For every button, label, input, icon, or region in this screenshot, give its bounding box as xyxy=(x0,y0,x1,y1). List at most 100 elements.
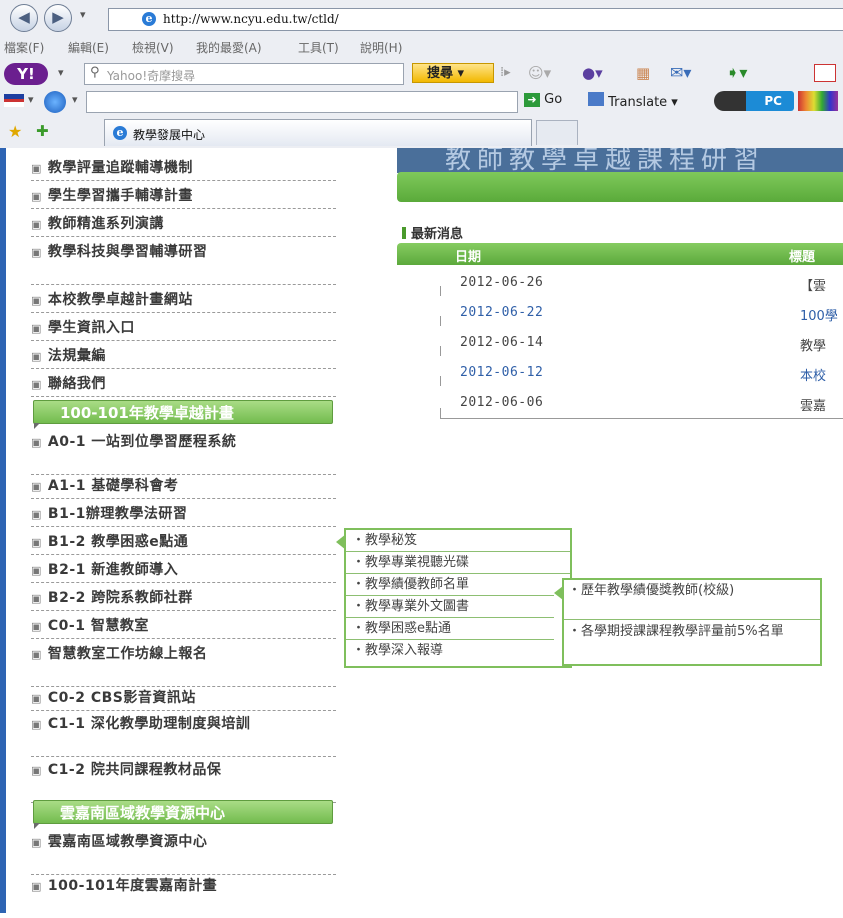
news-row[interactable]: 2012-06-06 雲嘉 xyxy=(440,388,843,419)
submenu-item[interactable]: ・教學秘笈 xyxy=(346,530,570,552)
sidebar-item-label: C0-2 CBS影音資訊站 xyxy=(47,690,196,706)
news-row[interactable]: 2012-06-14 教學 xyxy=(440,328,843,356)
submenu-label: ・教學困惑e點通 xyxy=(352,621,451,636)
smiley-icon[interactable]: ☺▾ xyxy=(528,64,551,82)
submenu-item[interactable]: ・教學專業視聽光碟 xyxy=(346,552,570,574)
section-header-regional[interactable]: 雲嘉南區域教學資源中心 xyxy=(33,800,333,829)
submenu-label: ・教學秘笈 xyxy=(352,533,418,548)
sidebar-item-label: C1-2 院共同課程教材品保 xyxy=(47,762,222,778)
news-title-link[interactable]: 100學 xyxy=(800,305,838,324)
submenu-item[interactable]: ・教學績優教師名單 xyxy=(346,574,554,596)
sidebar-item[interactable]: ▣ C1-1 深化教學助理制度與培訓 xyxy=(31,714,336,757)
yahoo-search-button[interactable]: 搜尋 ▾ xyxy=(412,63,494,83)
translate-label: Translate xyxy=(608,95,668,110)
submenu-label: ・教學專業視聽光碟 xyxy=(352,555,470,570)
globe-dropdown-icon[interactable]: ▾ xyxy=(72,93,78,106)
section-header-excellence[interactable]: 100-101年教學卓越計畫 xyxy=(33,400,333,429)
sidebar-item[interactable]: ▣ 雲嘉南區域教學資源中心 xyxy=(31,832,336,875)
second-toolbar: ▾ ▾ ➜ Go Translate ▾ PC xyxy=(0,90,843,114)
sidebar-item[interactable]: ▣ B2-2 跨院系教師社群 xyxy=(31,588,336,611)
map-icon[interactable]: ▦ xyxy=(636,64,650,82)
flag-icon[interactable] xyxy=(4,94,24,107)
submenu-item[interactable]: ・教學深入報導 xyxy=(346,640,554,662)
sidebar-item-label: B1-1辦理教學法研習 xyxy=(47,506,188,522)
submenu-item[interactable]: ・歷年教學績優獎教師(校級) xyxy=(564,580,820,620)
sidebar-item[interactable]: ▣ 本校教學卓越計畫網站 xyxy=(31,290,336,313)
history-dropdown-icon[interactable]: ▾ xyxy=(80,8,86,21)
submenu-item[interactable]: ・各學期授課課程教學評量前5%名單 xyxy=(564,620,820,662)
yahoo-logo-icon[interactable]: Y! xyxy=(4,63,48,85)
calendar-icon[interactable] xyxy=(814,64,836,82)
globe-icon[interactable] xyxy=(44,91,66,113)
favorites-star-icon[interactable]: ★ xyxy=(8,122,22,141)
add-favorites-icon[interactable]: ✚ xyxy=(36,122,49,140)
sidebar-item[interactable]: ▣ C1-2 院共同課程教材品保 xyxy=(31,760,336,803)
sidebar-item-label: A0-1 一站到位學習歷程系統 xyxy=(47,434,237,450)
search-placeholder: Yahoo!奇摩搜尋 xyxy=(107,69,196,83)
menu-view[interactable]: 檢視(V) xyxy=(132,39,174,56)
news-title-link[interactable]: 【雲 xyxy=(800,275,826,294)
news-date: 2012-06-22 xyxy=(460,305,544,320)
back-icon[interactable]: ◀ xyxy=(10,4,38,32)
forward-icon[interactable]: ▶ xyxy=(44,4,72,32)
sidebar-item[interactable]: ▣ 學生學習攜手輔導計畫 xyxy=(31,186,336,209)
sidebar-item[interactable]: ▣ C0-1 智慧教室 xyxy=(31,616,336,639)
go-label: Go xyxy=(544,92,563,107)
address-bar[interactable]: e http://www.ncyu.edu.tw/ctld/ xyxy=(108,8,843,31)
sidebar-item[interactable]: ▣ B2-1 新進教師導入 xyxy=(31,560,336,583)
sidebar-item[interactable]: ▣ B1-1辦理教學法研習 xyxy=(31,504,336,527)
col-date-header: 日期 xyxy=(455,250,482,265)
sidebar-item[interactable]: ▣ 教師精進系列演講 xyxy=(31,214,336,237)
news-title-link[interactable]: 雲嘉 xyxy=(800,395,826,414)
pc-button[interactable]: PC xyxy=(714,91,794,111)
tab-page-icon: e xyxy=(113,125,127,140)
mail-icon[interactable]: ✉▾ xyxy=(670,63,691,82)
flag-dropdown-icon[interactable]: ▾ xyxy=(28,93,34,106)
yahoo-search-input[interactable]: ⚲ Yahoo!奇摩搜尋 xyxy=(84,63,404,85)
tab-active[interactable]: e 教學發展中心 xyxy=(104,119,532,146)
news-title-link[interactable]: 教學 xyxy=(800,335,826,354)
color-bars-icon[interactable] xyxy=(798,91,838,111)
news-row[interactable]: 2012-06-12 本校 xyxy=(440,358,843,386)
header-banner-image: 教師教學卓越課程研習 xyxy=(397,148,843,173)
submenu-label: ・教學專業外文圖書 xyxy=(352,599,470,614)
news-row[interactable]: 2012-06-22 100學 xyxy=(440,298,843,326)
menu-favorites[interactable]: 我的最愛(A) xyxy=(196,39,262,56)
sidebar-item-label: B1-2 教學困惑e點通 xyxy=(47,534,189,550)
sidebar-item[interactable]: ▣ 教學評量追蹤輔導機制 xyxy=(31,158,336,181)
toolbar-search-input[interactable] xyxy=(86,91,518,113)
submenu-item[interactable]: ・教學困惑e點通 xyxy=(346,618,554,640)
news-row[interactable]: 2012-06-26 【雲 xyxy=(440,268,843,296)
submenu-item[interactable]: ・教學專業外文圖書 xyxy=(346,596,554,618)
sidebar-item-label: 教師精進系列演講 xyxy=(47,216,164,232)
highlight-icon[interactable]: ⁞▸ xyxy=(500,65,511,80)
sidebar-item[interactable]: ▣ A1-1 基礎學科會考 xyxy=(31,476,336,499)
sidebar-item[interactable]: ▣ B1-2 教學困惑e點通 xyxy=(31,532,336,555)
bookmark-icon[interactable]: ➧▾ xyxy=(726,63,747,82)
green-nav-bar xyxy=(397,172,843,202)
pc-label: PC xyxy=(764,94,782,108)
menu-tools[interactable]: 工具(T) xyxy=(298,39,339,56)
submenu-label: ・教學深入報導 xyxy=(352,643,444,658)
menu-help[interactable]: 說明(H) xyxy=(360,39,402,56)
flickr-icon[interactable]: ●▾ xyxy=(582,64,603,82)
sidebar-item[interactable]: ▣ C0-2 CBS影音資訊站 xyxy=(31,688,336,711)
sidebar-rule xyxy=(0,148,6,913)
news-title-link[interactable]: 本校 xyxy=(800,365,826,384)
sidebar-item[interactable]: ▣ 100-101年度雲嘉南計畫 xyxy=(31,876,336,918)
translate-button[interactable]: Translate ▾ xyxy=(588,92,678,110)
new-tab-button[interactable] xyxy=(536,120,578,145)
menu-file[interactable]: 檔案(F) xyxy=(4,39,44,56)
sidebar-item[interactable]: ▣ A0-1 一站到位學習歷程系統 xyxy=(31,432,336,475)
menu-edit[interactable]: 編輯(E) xyxy=(68,39,109,56)
yahoo-dropdown-icon[interactable]: ▾ xyxy=(58,66,64,79)
sidebar-item[interactable]: ▣ 智慧教室工作坊線上報名 xyxy=(31,644,336,687)
sidebar-item-label: 本校教學卓越計畫網站 xyxy=(47,292,193,308)
submenu-excellent-teachers: ・歷年教學績優獎教師(校級) ・各學期授課課程教學評量前5%名單 xyxy=(562,578,822,666)
sidebar-item[interactable]: ▣ 教學科技與學習輔導研習 xyxy=(31,242,336,285)
sidebar-item[interactable]: ▣ 聯絡我們 xyxy=(31,374,336,397)
sidebar-item[interactable]: ▣ 法規彙編 xyxy=(31,346,336,369)
sidebar-item[interactable]: ▣ 學生資訊入口 xyxy=(31,318,336,341)
news-date: 2012-06-14 xyxy=(460,335,544,350)
go-button[interactable]: ➜ Go xyxy=(524,92,562,107)
